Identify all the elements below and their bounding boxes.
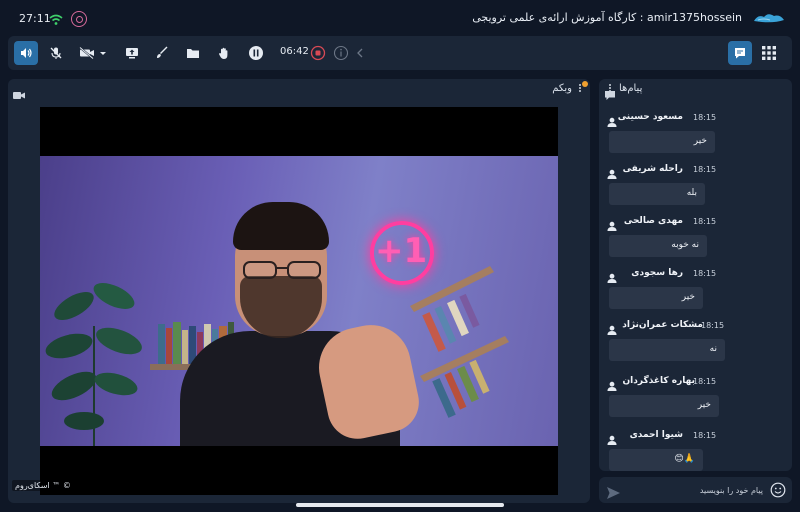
webcam-panel: وبکم: [8, 79, 590, 503]
message-bubble: 🙏😊: [609, 449, 703, 471]
glasses-image: [243, 261, 321, 279]
presenter-hair: [233, 202, 329, 250]
plant-image: [45, 283, 142, 446]
stop-icon: [310, 45, 326, 61]
chat-message: راحله شریفی 18:15 بله: [599, 153, 792, 205]
skyroom-watermark: اسکای‌روم ™ ©: [12, 480, 74, 491]
sender-name: راحله شریفی: [622, 164, 683, 174]
message-bubble: بله: [609, 183, 705, 205]
home-indicator[interactable]: [296, 503, 504, 507]
page-title: amir1375hossein : کارگاه آموزش ارائه‌ی ع…: [472, 11, 742, 24]
message-bubble: خیر: [609, 395, 719, 417]
message-time: 18:15: [701, 321, 725, 330]
send-button[interactable]: [607, 484, 620, 503]
emoji-button[interactable]: [770, 482, 786, 502]
user-icon: [607, 325, 617, 335]
chat-input-bar: [599, 477, 792, 503]
chat-menu-icon[interactable]: [609, 83, 612, 93]
smiley-icon: [770, 482, 786, 498]
chat-title: پیام‌ها: [619, 83, 643, 94]
message-bubble: خیر: [609, 131, 715, 153]
chat-message: شیوا احمدی 18:15 🙏😊: [599, 419, 792, 471]
brush-icon: [157, 46, 168, 58]
webcam-header: وبکم: [8, 79, 590, 99]
info-icon: [333, 45, 349, 61]
camera-off-icon: [79, 46, 106, 60]
pause-button[interactable]: [244, 41, 268, 65]
bookshelf-right: [410, 266, 509, 418]
status-time: 27:11: [19, 12, 51, 25]
stop-record-button[interactable]: [306, 41, 330, 65]
sender-name: رها سجودی: [631, 268, 683, 278]
webcam-title: وبکم: [552, 83, 572, 94]
pause-icon: [249, 46, 263, 60]
camera-dropdown-button[interactable]: [76, 41, 110, 65]
live-indicator: [582, 81, 588, 87]
chat-message-input[interactable]: [625, 481, 763, 499]
send-icon: [607, 487, 620, 499]
toolbar: 06:42: [8, 36, 792, 70]
draw-button[interactable]: [150, 41, 174, 65]
mic-off-icon: [50, 47, 62, 59]
status-bar: 27:11 amir1375hossein : کارگاه آموزش ارا…: [0, 0, 800, 36]
speaker-icon: [21, 48, 32, 58]
message-bubble: نه خوبه: [609, 235, 707, 257]
chat-message: رها سجودی 18:15 خیر: [599, 257, 792, 309]
record-timer: 06:42: [280, 46, 309, 57]
message-time: 18:15: [693, 269, 717, 278]
sender-name: بهاره کاغذگردان: [622, 376, 695, 386]
chat-message: مسعود حسینی 18:15 خیر: [599, 101, 792, 153]
video-camera-icon: [13, 85, 25, 104]
grid-icon: [762, 46, 776, 60]
mic-button[interactable]: [44, 41, 68, 65]
chat-message: مهدی صالحی 18:15 نه خوبه: [599, 205, 792, 257]
user-icon: [607, 273, 617, 283]
neon-plus-one: +1: [375, 231, 428, 271]
wifi-icon: [49, 11, 63, 30]
user-icon: [607, 221, 617, 231]
skyroom-logo-icon: [752, 10, 786, 29]
message-bubble: نه: [609, 339, 725, 361]
files-button[interactable]: [181, 41, 205, 65]
message-time: 18:15: [693, 165, 717, 174]
message-time: 18:15: [693, 431, 717, 440]
message-time: 18:15: [693, 377, 717, 386]
screen-record-icon: [71, 11, 87, 27]
user-icon: [607, 381, 617, 391]
speaker-button[interactable]: [14, 41, 38, 65]
collapse-toolbar-button[interactable]: [348, 41, 372, 65]
chevron-left-icon: [357, 48, 363, 58]
webcam-video[interactable]: +1: [40, 107, 558, 495]
folder-icon: [187, 49, 199, 58]
chat-panel: پیام‌ها مسعود حسینی 18:15 خیر راحله شریف…: [599, 79, 792, 471]
screen-share-icon: [126, 48, 138, 59]
user-icon: [607, 117, 617, 127]
video-frame: +1: [40, 156, 558, 446]
sender-name: مشکات عمران‌نژاد: [622, 320, 703, 330]
user-icon: [607, 435, 617, 445]
raise-hand-button[interactable]: [212, 41, 236, 65]
message-list: مسعود حسینی 18:15 خیر راحله شریفی 18:15 …: [599, 101, 792, 471]
chat-message: مشکات عمران‌نژاد 18:15 نه: [599, 309, 792, 365]
message-bubble: خیر: [609, 287, 703, 309]
chat-toggle-button[interactable]: [728, 41, 752, 65]
user-icon: [607, 169, 617, 179]
apps-grid-button[interactable]: [762, 45, 776, 64]
screen-share-button[interactable]: [120, 41, 144, 65]
message-time: 18:15: [693, 113, 717, 122]
chat-message: بهاره کاغذگردان 18:15 خیر: [599, 365, 792, 419]
sender-name: شیوا احمدی: [629, 430, 683, 440]
sender-name: مسعود حسینی: [617, 112, 683, 122]
sender-name: مهدی صالحی: [623, 216, 683, 226]
hand-icon: [218, 47, 228, 59]
chat-icon: [735, 48, 745, 59]
message-time: 18:15: [693, 217, 717, 226]
